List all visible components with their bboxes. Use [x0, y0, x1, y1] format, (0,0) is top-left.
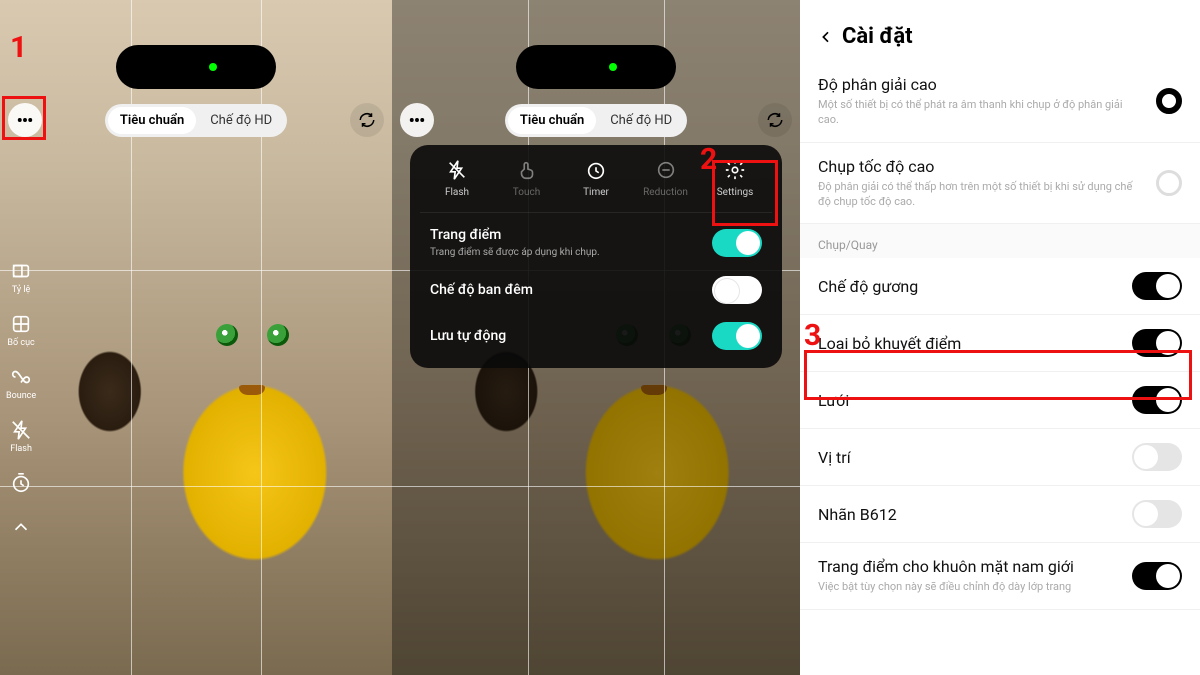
tool-timer[interactable] — [10, 472, 32, 494]
callout-number-1: 1 — [10, 30, 27, 65]
radio-hispeed-unselected[interactable] — [1156, 170, 1182, 196]
infinity-icon — [10, 366, 32, 388]
camera-side-tools: Tỷ lệ Bố cục Bounce Flash — [6, 260, 36, 538]
screenshot-panel-1: Tiêu chuẩn Chế độ HD Tỷ lệ Bố cục Bounce — [0, 0, 392, 675]
overlay-label: Reduction — [643, 187, 688, 198]
more-menu-button[interactable] — [400, 103, 434, 137]
callout-box-1 — [2, 96, 46, 140]
overlay-label: Timer — [583, 187, 609, 198]
setting-mirror[interactable]: Chế độ gương — [800, 258, 1200, 315]
radio-hires-selected[interactable] — [1156, 88, 1182, 114]
reduction-icon — [655, 159, 677, 181]
toggle-makeup[interactable] — [712, 229, 762, 257]
toggle-autosave[interactable] — [712, 322, 762, 350]
tool-bounce[interactable]: Bounce — [6, 366, 36, 401]
more-horizontal-icon — [408, 111, 426, 129]
overlay-toggle-list: Trang điểm Trang điểm sẽ được áp dụng kh… — [420, 213, 772, 350]
subject-eye — [216, 324, 238, 346]
tool-label: Bounce — [6, 391, 36, 401]
setting-title: Vị trí — [818, 448, 1118, 467]
overlay-item-title: Trang điểm — [430, 227, 600, 243]
overlay-item-autosave: Lưu tự động — [430, 322, 762, 350]
screenshot-panel-3: Cài đặt Độ phân giải cao Một số thiết bị… — [800, 0, 1200, 675]
setting-title: Nhãn B612 — [818, 505, 1118, 524]
camera-topbar: Tiêu chuẩn Chế độ HD — [392, 100, 800, 140]
setting-watermark[interactable]: Nhãn B612 — [800, 486, 1200, 543]
seg-standard[interactable]: Tiêu chuẩn — [108, 107, 196, 134]
setting-hires[interactable]: Độ phân giải cao Một số thiết bị có thể … — [800, 61, 1200, 143]
settings-header: Cài đặt — [800, 0, 1200, 61]
quality-segmented-control[interactable]: Tiêu chuẩn Chế độ HD — [105, 104, 287, 137]
seg-standard[interactable]: Tiêu chuẩn — [508, 107, 596, 134]
callout-box-3 — [804, 350, 1192, 400]
layout-icon — [10, 313, 32, 335]
settings-list: Độ phân giải cao Một số thiết bị có thể … — [800, 61, 1200, 610]
toggle-watermark[interactable] — [1132, 500, 1182, 528]
setting-title: Trang điểm cho khuôn mặt nam giới — [818, 557, 1118, 576]
tool-layout[interactable]: Bố cục — [7, 313, 34, 348]
setting-location[interactable]: Vị trí — [800, 429, 1200, 486]
overlay-item-sub: Trang điểm sẽ được áp dụng khi chụp. — [430, 247, 600, 258]
toggle-location[interactable] — [1132, 443, 1182, 471]
screenshot-panel-2: Tiêu chuẩn Chế độ HD Flash Touch Tim — [392, 0, 800, 675]
setting-desc: Một số thiết bị có thể phát ra âm thanh … — [818, 98, 1142, 128]
toggle-male-makeup[interactable] — [1132, 562, 1182, 590]
overlay-item-night: Chế độ ban đêm — [430, 276, 762, 304]
camera-topbar: Tiêu chuẩn Chế độ HD — [0, 100, 392, 140]
subject-mouth — [239, 385, 265, 395]
callout-number-3: 3 — [804, 318, 821, 353]
aspect-ratio-icon — [10, 260, 32, 282]
switch-camera-icon — [766, 111, 784, 129]
subject-eye — [267, 324, 289, 346]
setting-desc: Độ phân giải có thể thấp hơn trên một số… — [818, 180, 1142, 210]
tool-flash[interactable]: Flash — [10, 419, 32, 454]
device-notch — [516, 45, 676, 89]
seg-hd[interactable]: Chế độ HD — [198, 107, 284, 134]
settings-title: Cài đặt — [842, 24, 913, 49]
setting-desc: Việc bật tùy chọn này sẽ điều chỉnh độ d… — [818, 580, 1118, 595]
toggle-mirror[interactable] — [1132, 272, 1182, 300]
overlay-item-title: Lưu tự động — [430, 328, 506, 344]
setting-title: Chụp tốc độ cao — [818, 157, 1142, 176]
setting-title: Độ phân giải cao — [818, 75, 1142, 94]
timer-icon — [10, 472, 32, 494]
overlay-label: Touch — [513, 187, 540, 198]
flash-off-icon — [10, 419, 32, 441]
overlay-item-title: Chế độ ban đêm — [430, 282, 533, 298]
touch-icon — [516, 159, 538, 181]
overlay-label: Flash — [445, 187, 469, 198]
settings-section-capture: Chụp/Quay — [800, 224, 1200, 258]
setting-male-makeup[interactable]: Trang điểm cho khuôn mặt nam giới Việc b… — [800, 543, 1200, 610]
overlay-reduction[interactable]: Reduction — [635, 159, 697, 198]
switch-camera-button[interactable] — [350, 103, 384, 137]
tutorial-composite: Tiêu chuẩn Chế độ HD Tỷ lệ Bố cục Bounce — [0, 0, 1200, 675]
tool-label: Flash — [10, 444, 32, 454]
tool-ratio[interactable]: Tỷ lệ — [10, 260, 32, 295]
overlay-item-makeup: Trang điểm Trang điểm sẽ được áp dụng kh… — [430, 227, 762, 258]
callout-box-2 — [712, 160, 778, 226]
setting-hispeed[interactable]: Chụp tốc độ cao Độ phân giải có thể thấp… — [800, 143, 1200, 225]
tool-expand[interactable] — [10, 516, 32, 538]
device-notch — [116, 45, 276, 89]
chevron-up-icon — [10, 516, 32, 538]
toggle-night[interactable] — [712, 276, 762, 304]
overlay-flash[interactable]: Flash — [426, 159, 488, 198]
switch-camera-button[interactable] — [758, 103, 792, 137]
tool-label: Bố cục — [7, 338, 34, 348]
quality-segmented-control[interactable]: Tiêu chuẩn Chế độ HD — [505, 104, 687, 137]
seg-hd[interactable]: Chế độ HD — [598, 107, 684, 134]
subject-mouth — [641, 385, 667, 395]
flash-icon — [446, 159, 468, 181]
setting-title: Chế độ gương — [818, 277, 1118, 296]
chevron-left-icon[interactable] — [818, 29, 834, 45]
overlay-touch[interactable]: Touch — [496, 159, 558, 198]
switch-camera-icon — [358, 111, 376, 129]
timer-icon — [585, 159, 607, 181]
overlay-timer[interactable]: Timer — [565, 159, 627, 198]
callout-number-2: 2 — [700, 142, 717, 177]
tool-label: Tỷ lệ — [12, 285, 31, 295]
